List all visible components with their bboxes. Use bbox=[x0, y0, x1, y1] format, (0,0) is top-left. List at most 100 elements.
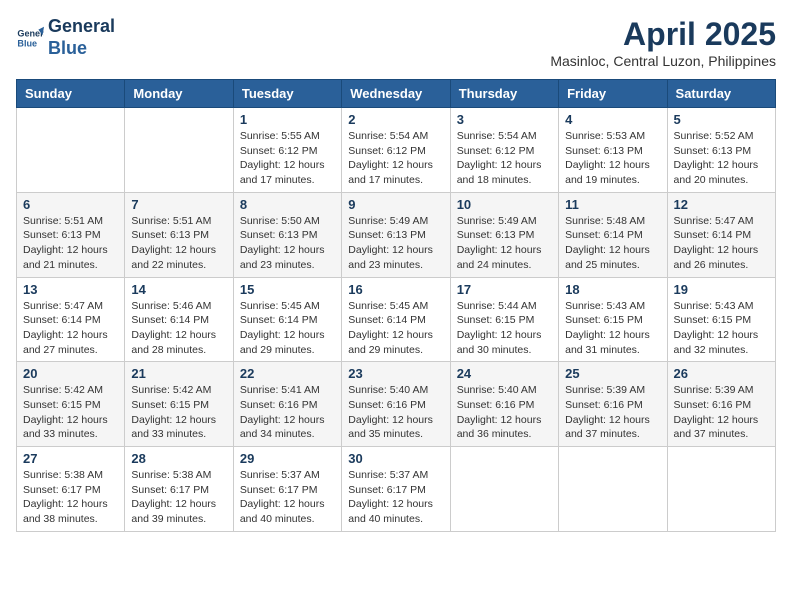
weekday-header-sunday: Sunday bbox=[17, 80, 125, 108]
day-info: Sunrise: 5:43 AMSunset: 6:15 PMDaylight:… bbox=[674, 299, 769, 358]
logo-line1: General bbox=[48, 16, 115, 36]
weekday-header-thursday: Thursday bbox=[450, 80, 558, 108]
day-number: 20 bbox=[23, 366, 118, 381]
weekday-header-wednesday: Wednesday bbox=[342, 80, 450, 108]
day-info: Sunrise: 5:45 AMSunset: 6:14 PMDaylight:… bbox=[348, 299, 443, 358]
calendar-cell: 30 Sunrise: 5:37 AMSunset: 6:17 PMDayligh… bbox=[342, 447, 450, 532]
calendar-cell: 21 Sunrise: 5:42 AMSunset: 6:15 PMDayligh… bbox=[125, 362, 233, 447]
logo: General Blue General Blue bbox=[16, 16, 115, 59]
day-number: 11 bbox=[565, 197, 660, 212]
day-info: Sunrise: 5:37 AMSunset: 6:17 PMDaylight:… bbox=[240, 468, 335, 527]
day-info: Sunrise: 5:39 AMSunset: 6:16 PMDaylight:… bbox=[674, 383, 769, 442]
calendar-cell: 20 Sunrise: 5:42 AMSunset: 6:15 PMDayligh… bbox=[17, 362, 125, 447]
calendar-cell bbox=[125, 108, 233, 193]
day-info: Sunrise: 5:38 AMSunset: 6:17 PMDaylight:… bbox=[131, 468, 226, 527]
calendar-cell bbox=[559, 447, 667, 532]
day-number: 16 bbox=[348, 282, 443, 297]
day-number: 12 bbox=[674, 197, 769, 212]
calendar-cell: 7 Sunrise: 5:51 AMSunset: 6:13 PMDaylight… bbox=[125, 192, 233, 277]
day-info: Sunrise: 5:40 AMSunset: 6:16 PMDaylight:… bbox=[457, 383, 552, 442]
day-number: 18 bbox=[565, 282, 660, 297]
day-number: 25 bbox=[565, 366, 660, 381]
day-number: 27 bbox=[23, 451, 118, 466]
day-number: 14 bbox=[131, 282, 226, 297]
day-number: 30 bbox=[348, 451, 443, 466]
calendar-cell bbox=[667, 447, 775, 532]
calendar-cell: 12 Sunrise: 5:47 AMSunset: 6:14 PMDayligh… bbox=[667, 192, 775, 277]
day-info: Sunrise: 5:49 AMSunset: 6:13 PMDaylight:… bbox=[457, 214, 552, 273]
calendar-cell: 28 Sunrise: 5:38 AMSunset: 6:17 PMDayligh… bbox=[125, 447, 233, 532]
day-number: 4 bbox=[565, 112, 660, 127]
day-info: Sunrise: 5:41 AMSunset: 6:16 PMDaylight:… bbox=[240, 383, 335, 442]
day-info: Sunrise: 5:42 AMSunset: 6:15 PMDaylight:… bbox=[23, 383, 118, 442]
day-info: Sunrise: 5:43 AMSunset: 6:15 PMDaylight:… bbox=[565, 299, 660, 358]
calendar-cell: 18 Sunrise: 5:43 AMSunset: 6:15 PMDayligh… bbox=[559, 277, 667, 362]
calendar-cell: 3 Sunrise: 5:54 AMSunset: 6:12 PMDaylight… bbox=[450, 108, 558, 193]
day-number: 19 bbox=[674, 282, 769, 297]
week-row-2: 6 Sunrise: 5:51 AMSunset: 6:13 PMDaylight… bbox=[17, 192, 776, 277]
day-info: Sunrise: 5:45 AMSunset: 6:14 PMDaylight:… bbox=[240, 299, 335, 358]
day-info: Sunrise: 5:54 AMSunset: 6:12 PMDaylight:… bbox=[457, 129, 552, 188]
day-number: 6 bbox=[23, 197, 118, 212]
day-info: Sunrise: 5:51 AMSunset: 6:13 PMDaylight:… bbox=[131, 214, 226, 273]
day-number: 23 bbox=[348, 366, 443, 381]
week-row-5: 27 Sunrise: 5:38 AMSunset: 6:17 PMDayligh… bbox=[17, 447, 776, 532]
calendar-cell: 13Sunrise: 5:47 AMSunset: 6:14 PMDayligh… bbox=[17, 277, 125, 362]
day-info: Sunrise: 5:42 AMSunset: 6:15 PMDaylight:… bbox=[131, 383, 226, 442]
svg-text:Blue: Blue bbox=[17, 38, 37, 48]
day-number: 8 bbox=[240, 197, 335, 212]
day-info: Sunrise: 5:37 AMSunset: 6:17 PMDaylight:… bbox=[348, 468, 443, 527]
calendar-cell: 17Sunrise: 5:44 AMSunset: 6:15 PMDayligh… bbox=[450, 277, 558, 362]
calendar-cell bbox=[17, 108, 125, 193]
main-title: April 2025 bbox=[550, 16, 776, 53]
day-number: 24 bbox=[457, 366, 552, 381]
calendar-cell: 11 Sunrise: 5:48 AMSunset: 6:14 PMDayligh… bbox=[559, 192, 667, 277]
day-number: 7 bbox=[131, 197, 226, 212]
day-number: 15 bbox=[240, 282, 335, 297]
subtitle: Masinloc, Central Luzon, Philippines bbox=[550, 53, 776, 69]
calendar-cell: 6 Sunrise: 5:51 AMSunset: 6:13 PMDaylight… bbox=[17, 192, 125, 277]
weekday-header-monday: Monday bbox=[125, 80, 233, 108]
calendar: SundayMondayTuesdayWednesdayThursdayFrid… bbox=[16, 79, 776, 532]
calendar-cell: 19 Sunrise: 5:43 AMSunset: 6:15 PMDayligh… bbox=[667, 277, 775, 362]
title-area: April 2025 Masinloc, Central Luzon, Phil… bbox=[550, 16, 776, 69]
logo-icon: General Blue bbox=[16, 24, 44, 52]
week-row-3: 13Sunrise: 5:47 AMSunset: 6:14 PMDayligh… bbox=[17, 277, 776, 362]
calendar-cell: 16 Sunrise: 5:45 AMSunset: 6:14 PMDayligh… bbox=[342, 277, 450, 362]
day-info: Sunrise: 5:52 AMSunset: 6:13 PMDaylight:… bbox=[674, 129, 769, 188]
week-row-4: 20 Sunrise: 5:42 AMSunset: 6:15 PMDayligh… bbox=[17, 362, 776, 447]
day-info: Sunrise: 5:53 AMSunset: 6:13 PMDaylight:… bbox=[565, 129, 660, 188]
weekday-header-friday: Friday bbox=[559, 80, 667, 108]
day-number: 28 bbox=[131, 451, 226, 466]
day-info: Sunrise: 5:47 AMSunset: 6:14 PMDaylight:… bbox=[23, 299, 118, 358]
calendar-cell: 5 Sunrise: 5:52 AMSunset: 6:13 PMDaylight… bbox=[667, 108, 775, 193]
calendar-cell: 27Sunrise: 5:38 AMSunset: 6:17 PMDayligh… bbox=[17, 447, 125, 532]
calendar-cell: 14Sunrise: 5:46 AMSunset: 6:14 PMDayligh… bbox=[125, 277, 233, 362]
calendar-cell: 29 Sunrise: 5:37 AMSunset: 6:17 PMDayligh… bbox=[233, 447, 341, 532]
header: General Blue General Blue April 2025 Mas… bbox=[16, 16, 776, 69]
day-number: 29 bbox=[240, 451, 335, 466]
day-info: Sunrise: 5:47 AMSunset: 6:14 PMDaylight:… bbox=[674, 214, 769, 273]
day-number: 26 bbox=[674, 366, 769, 381]
logo-text: General Blue bbox=[48, 16, 115, 59]
day-number: 5 bbox=[674, 112, 769, 127]
day-info: Sunrise: 5:54 AMSunset: 6:12 PMDaylight:… bbox=[348, 129, 443, 188]
weekday-header-row: SundayMondayTuesdayWednesdayThursdayFrid… bbox=[17, 80, 776, 108]
day-info: Sunrise: 5:44 AMSunset: 6:15 PMDaylight:… bbox=[457, 299, 552, 358]
day-info: Sunrise: 5:50 AMSunset: 6:13 PMDaylight:… bbox=[240, 214, 335, 273]
day-number: 2 bbox=[348, 112, 443, 127]
calendar-cell: 1Sunrise: 5:55 AMSunset: 6:12 PMDaylight… bbox=[233, 108, 341, 193]
day-number: 1 bbox=[240, 112, 335, 127]
day-number: 3 bbox=[457, 112, 552, 127]
logo-line2: Blue bbox=[48, 38, 87, 58]
day-info: Sunrise: 5:51 AMSunset: 6:13 PMDaylight:… bbox=[23, 214, 118, 273]
day-number: 21 bbox=[131, 366, 226, 381]
day-number: 10 bbox=[457, 197, 552, 212]
calendar-cell: 24 Sunrise: 5:40 AMSunset: 6:16 PMDayligh… bbox=[450, 362, 558, 447]
calendar-cell: 9Sunrise: 5:49 AMSunset: 6:13 PMDaylight… bbox=[342, 192, 450, 277]
week-row-1: 1Sunrise: 5:55 AMSunset: 6:12 PMDaylight… bbox=[17, 108, 776, 193]
day-number: 9 bbox=[348, 197, 443, 212]
day-info: Sunrise: 5:39 AMSunset: 6:16 PMDaylight:… bbox=[565, 383, 660, 442]
day-info: Sunrise: 5:40 AMSunset: 6:16 PMDaylight:… bbox=[348, 383, 443, 442]
day-info: Sunrise: 5:48 AMSunset: 6:14 PMDaylight:… bbox=[565, 214, 660, 273]
